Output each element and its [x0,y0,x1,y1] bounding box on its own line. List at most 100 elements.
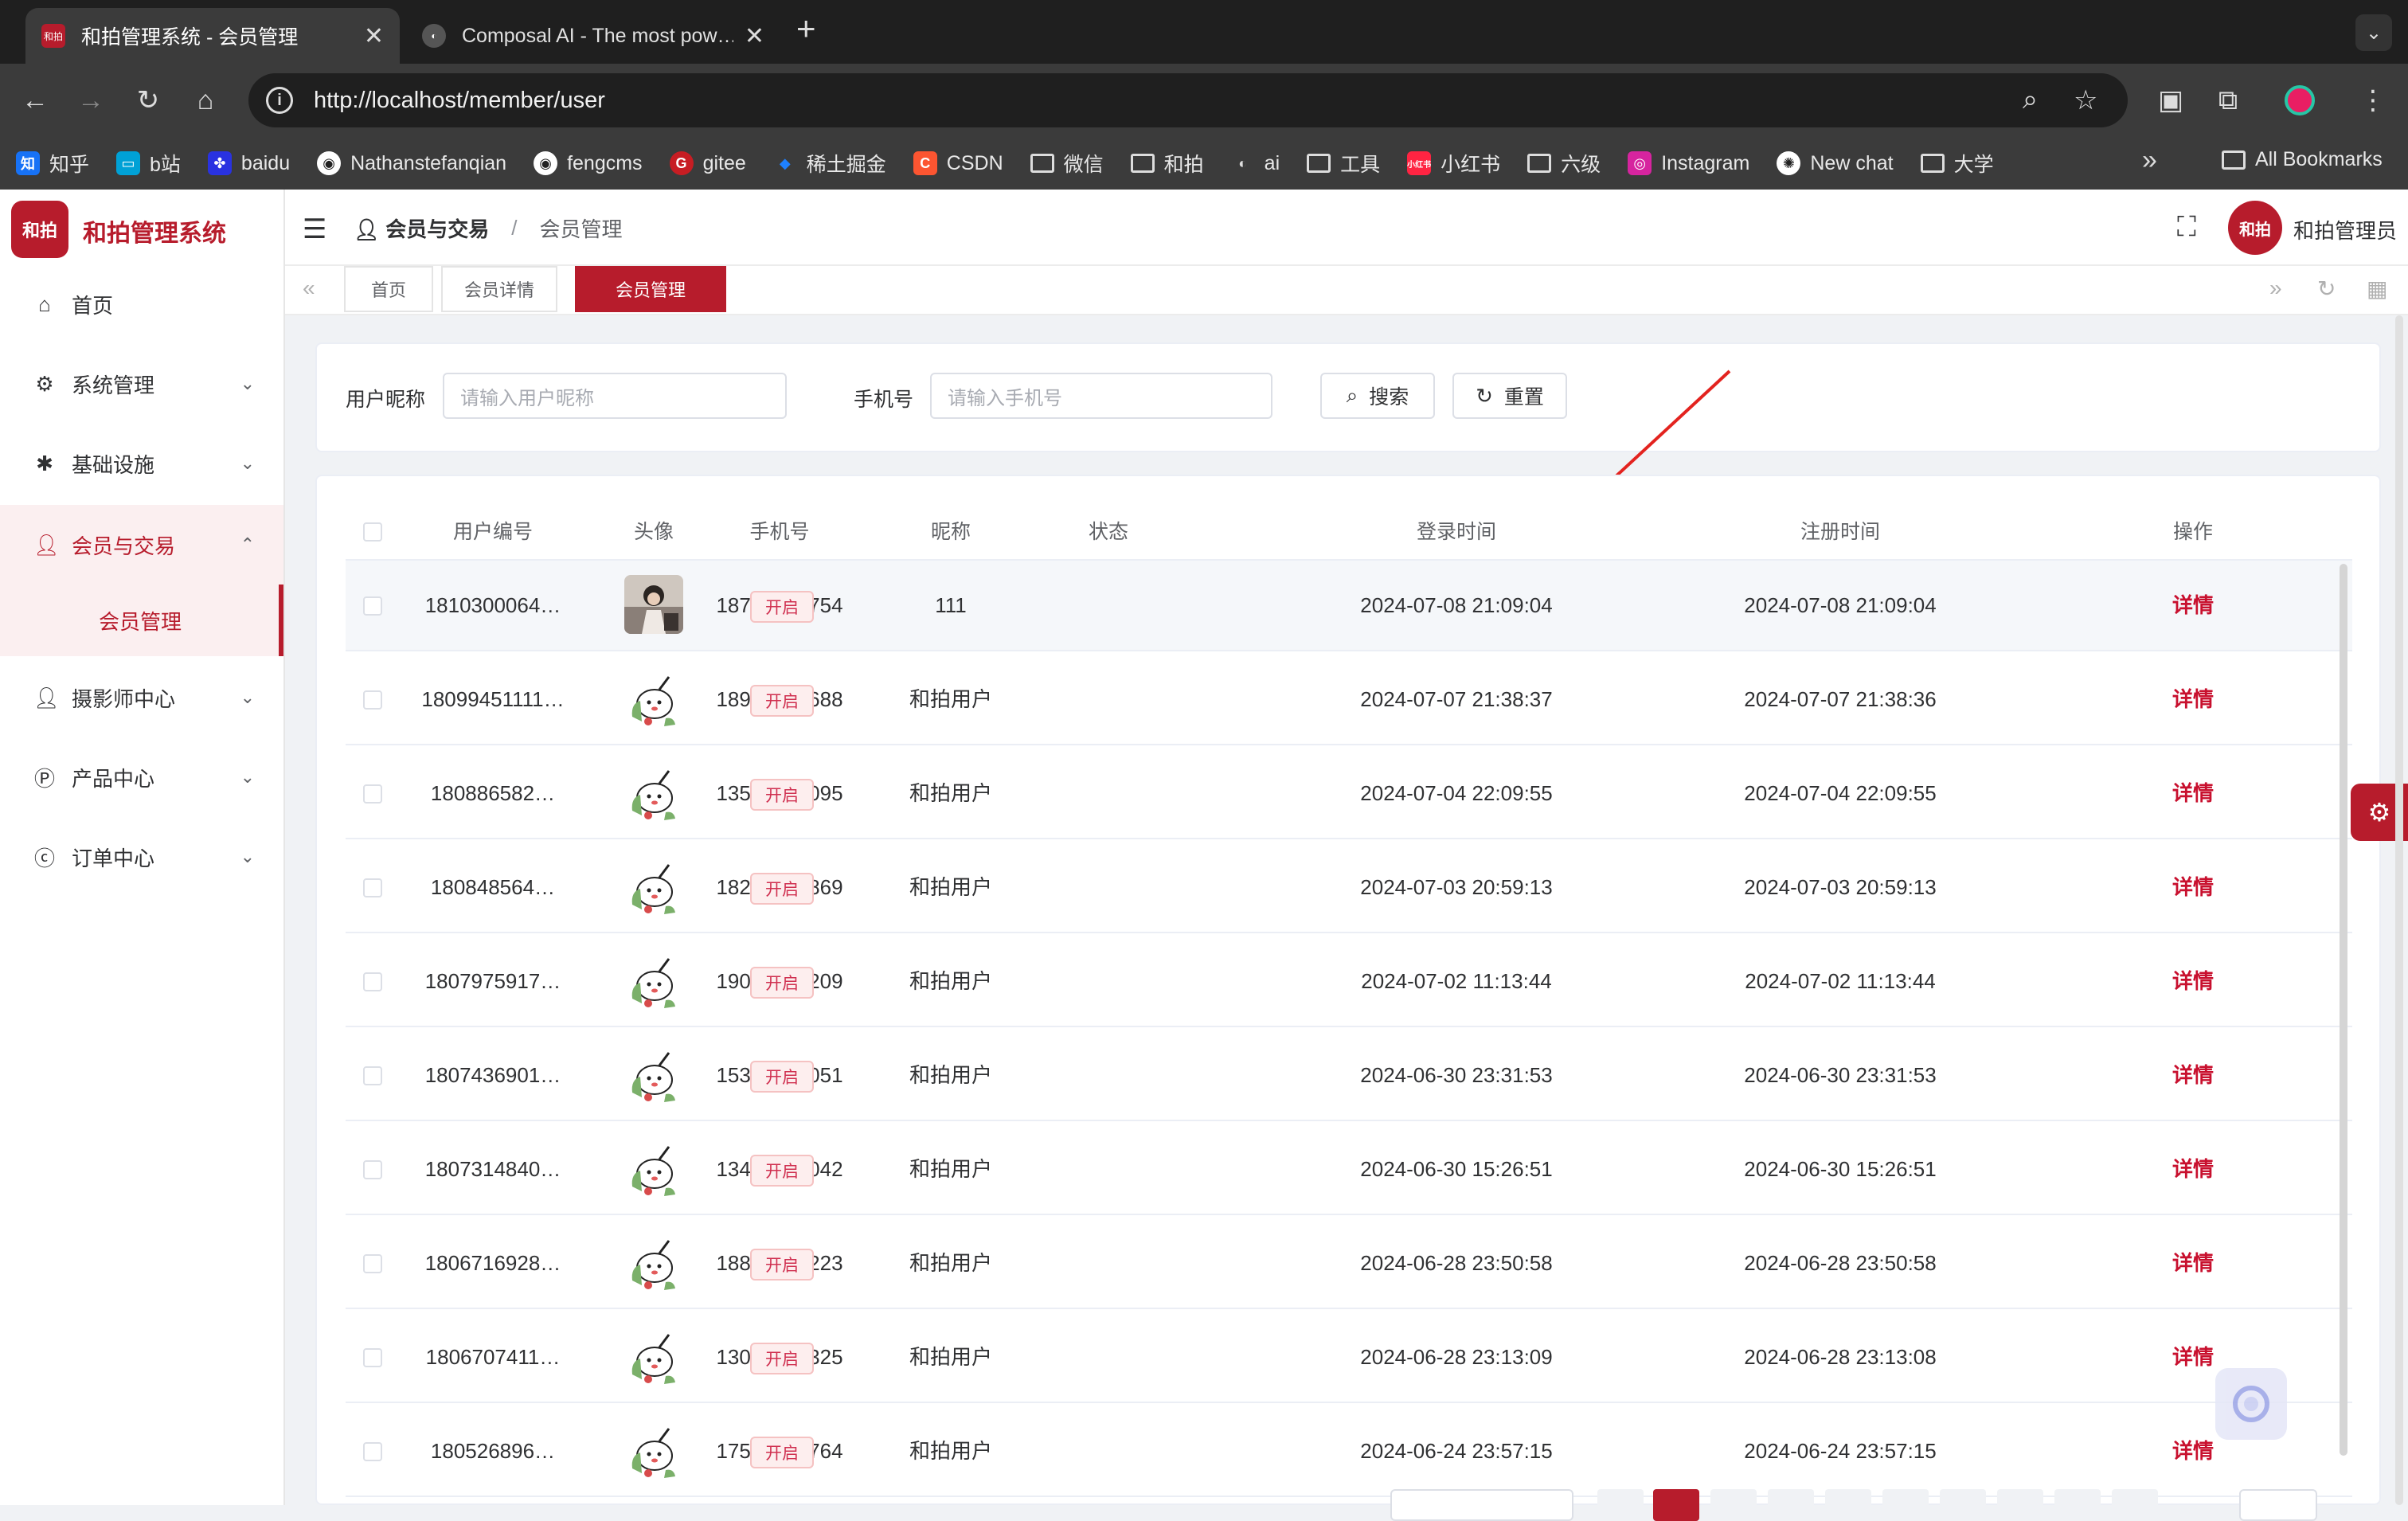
login-time-cell: 2024-06-28 23:50:58 [1360,1251,1553,1275]
avatar[interactable] [624,1045,683,1104]
page-button[interactable] [1825,1489,1871,1521]
user-id-cell: 18099451111… [421,687,565,711]
member-table: 用户编号 头像 手机号 昵称 状态 登录时间 注册时间 操作 181030006… [315,475,2381,1505]
column-header: 用户编号 [452,521,533,543]
status-badge: 开启 [750,967,814,999]
page-jump-input[interactable] [2239,1489,2317,1521]
column-header: 状态 [1088,521,1128,543]
page-button[interactable] [1940,1489,1986,1521]
register-time-cell: 2024-06-24 23:57:15 [1744,1439,1937,1463]
avatar[interactable] [624,1327,683,1386]
table-scrollbar[interactable] [2340,564,2347,1456]
row-checkbox[interactable] [363,1066,382,1085]
detail-link[interactable]: 详情 [2137,1124,2249,1214]
status-badge: 开启 [750,591,814,623]
status-badge: 开启 [750,1343,814,1374]
column-header: 操作 [2172,521,2213,543]
register-time-cell: 2024-07-08 21:09:04 [1744,593,1937,617]
nickname-cell: 和拍用户 [909,781,992,805]
table-row[interactable]: 1807436901…15398623051和拍用户开启2024-06-30 2… [346,1030,2352,1121]
table-row[interactable]: 180526896…17516217764和拍用户开启2024-06-24 23… [346,1406,2352,1497]
detail-link[interactable]: 详情 [2137,936,2249,1026]
table-row[interactable]: 18099451111…18921865688和拍用户开启2024-07-07 … [346,655,2352,745]
page-size-select[interactable] [1390,1489,1573,1521]
nickname-cell: 和拍用户 [909,1251,992,1275]
register-time-cell: 2024-06-28 23:50:58 [1744,1251,1937,1275]
row-checkbox[interactable] [363,784,382,804]
user-id-cell: 180886582… [430,781,556,805]
status-badge: 开启 [750,1061,814,1093]
login-time-cell: 2024-07-02 11:13:44 [1361,969,1552,993]
table-row[interactable]: 1806707411…13074393325和拍用户开启2024-06-28 2… [346,1312,2352,1403]
row-checkbox[interactable] [363,1442,382,1461]
user-id-cell: 1810300064… [424,593,561,617]
ai-assistant-float-icon[interactable] [2215,1368,2287,1440]
page-button[interactable] [1768,1489,1814,1521]
register-time-cell: 2024-07-07 21:38:36 [1744,687,1937,711]
user-id-cell: 1806707411… [425,1345,561,1369]
login-time-cell: 2024-07-03 20:59:13 [1360,875,1553,899]
register-time-cell: 2024-06-30 15:26:51 [1744,1157,1937,1181]
login-time-cell: 2024-07-04 22:09:55 [1360,781,1553,805]
row-checkbox[interactable] [363,1254,382,1273]
status-badge: 开启 [750,1249,814,1281]
row-checkbox[interactable] [363,972,382,991]
row-checkbox[interactable] [363,1348,382,1367]
table-row[interactable]: 180886582…13530270095和拍用户开启2024-07-04 22… [346,749,2352,839]
avatar[interactable] [624,1139,683,1198]
nickname-cell: 和拍用户 [909,1063,992,1087]
nickname-cell: 和拍用户 [909,875,992,899]
avatar[interactable] [624,1421,683,1480]
table-row[interactable]: 1807975917…19074952209和拍用户开启2024-07-02 1… [346,936,2352,1027]
avatar[interactable] [624,763,683,822]
page-button[interactable] [1882,1489,1929,1521]
nickname-cell: 和拍用户 [909,1439,992,1463]
row-checkbox[interactable] [363,690,382,710]
user-id-cell: 180526896… [430,1439,556,1463]
detail-link[interactable]: 详情 [2137,655,2249,744]
detail-link[interactable]: 详情 [2137,749,2249,838]
next-page-button[interactable] [2112,1489,2158,1521]
row-checkbox[interactable] [363,878,382,897]
login-time-cell: 2024-07-08 21:09:04 [1360,593,1553,617]
avatar[interactable] [624,857,683,916]
register-time-cell: 2024-06-28 23:13:08 [1744,1345,1937,1369]
user-id-cell: 1807436901… [424,1063,561,1087]
register-time-cell: 2024-07-02 11:13:44 [1745,969,1936,993]
column-header: 注册时间 [1800,521,1880,543]
table-row[interactable]: 1810300064…18752469754111开启2024-07-08 21… [346,561,2352,651]
row-checkbox[interactable] [363,596,382,616]
table-row[interactable]: 180848564…18251201869和拍用户开启2024-07-03 20… [346,843,2352,933]
row-checkbox[interactable] [363,1160,382,1179]
avatar[interactable] [624,1233,683,1292]
page-button[interactable] [2054,1489,2101,1521]
status-badge: 开启 [750,873,814,905]
page-1-button[interactable] [1653,1489,1699,1521]
avatar[interactable] [624,669,683,728]
column-header: 头像 [633,521,674,543]
column-header: 昵称 [930,521,971,543]
table-header: 用户编号 头像 手机号 昵称 状态 登录时间 注册时间 操作 [346,505,2352,561]
select-all-checkbox[interactable] [363,522,382,542]
prev-page-button[interactable] [1597,1489,1644,1521]
login-time-cell: 2024-06-30 15:26:51 [1360,1157,1553,1181]
status-badge: 开启 [750,685,814,717]
table-row[interactable]: 1806716928…18865796223和拍用户开启2024-06-28 2… [346,1218,2352,1309]
user-id-cell: 1807975917… [424,969,561,993]
page-button[interactable] [1710,1489,1757,1521]
user-id-cell: 1806716928… [424,1251,561,1275]
detail-link[interactable]: 详情 [2137,843,2249,932]
register-time-cell: 2024-06-30 23:31:53 [1744,1063,1937,1087]
table-row[interactable]: 1807314840…13478919042和拍用户开启2024-06-30 1… [346,1124,2352,1215]
login-time-cell: 2024-06-30 23:31:53 [1360,1063,1553,1087]
status-badge: 开启 [750,1155,814,1187]
avatar[interactable] [624,951,683,1010]
page-button[interactable] [1997,1489,2043,1521]
status-badge: 开启 [750,1437,814,1468]
page-scrollbar[interactable] [2395,315,2403,1505]
detail-link[interactable]: 详情 [2137,1218,2249,1308]
register-time-cell: 2024-07-03 20:59:13 [1744,875,1937,899]
detail-link[interactable]: 详情 [2137,561,2249,650]
avatar[interactable] [624,575,683,634]
detail-link[interactable]: 详情 [2137,1030,2249,1120]
